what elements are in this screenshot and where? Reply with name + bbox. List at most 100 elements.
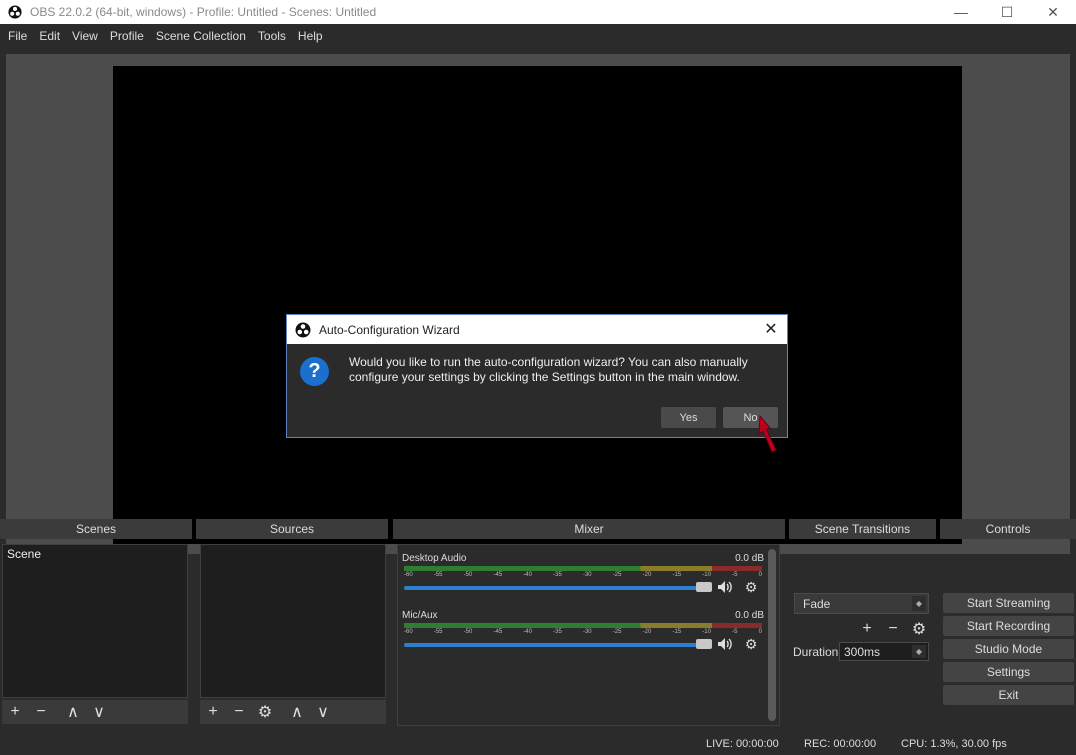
channel-gear-icon[interactable]: ⚙ bbox=[742, 636, 760, 652]
transitions-dock-title: Scene Transitions bbox=[789, 519, 936, 539]
mixer-channel-desktop-audio: Desktop Audio 0.0 dB -60 -55 -50 -45 -40 -35 -… bbox=[402, 553, 764, 603]
yes-button[interactable]: Yes bbox=[661, 407, 716, 428]
tick-label: -10 bbox=[702, 629, 711, 635]
meter-ticks: -60 -55 -50 -45 -40 -35 -30 -25 -20 -15 -10 -5 0 bbox=[404, 629, 762, 639]
add-scene-plus-icon[interactable]: + bbox=[2, 700, 28, 724]
dialog-message-line-1: Would you like to run the auto-configura… bbox=[349, 355, 748, 369]
tick-label: -15 bbox=[672, 629, 682, 635]
meter-ticks: -60 -55 -50 -45 -40 -35 -30 -25 -20 -15 -10 -5 0 bbox=[404, 572, 762, 582]
sources-list[interactable] bbox=[200, 544, 386, 698]
dialog-close-icon[interactable]: ✕ bbox=[761, 319, 781, 339]
menu-profile[interactable]: Profile bbox=[104, 24, 150, 48]
move-source-up-icon[interactable]: ∧ bbox=[284, 700, 310, 724]
source-properties-gear-icon[interactable]: ⚙ bbox=[252, 700, 278, 724]
duration-label: Duration bbox=[793, 645, 839, 659]
tick-label: -35 bbox=[553, 572, 562, 578]
channel-db: 0.0 dB bbox=[735, 553, 764, 564]
menu-view[interactable]: View bbox=[66, 24, 104, 48]
remove-scene-minus-icon[interactable]: − bbox=[28, 700, 54, 724]
spin-arrows-icon[interactable]: ◆ bbox=[912, 645, 926, 658]
move-scene-up-icon[interactable]: ∧ bbox=[60, 700, 86, 724]
add-source-plus-icon[interactable]: + bbox=[200, 700, 226, 724]
tick-label: -45 bbox=[493, 572, 503, 578]
volume-slider-handle[interactable] bbox=[696, 639, 712, 649]
scenes-dock-title: Scenes bbox=[0, 519, 192, 539]
obs-logo-icon bbox=[295, 322, 311, 337]
tick-label: -10 bbox=[702, 572, 711, 578]
tick-label: -25 bbox=[612, 629, 622, 635]
tick-label: -30 bbox=[582, 572, 592, 578]
tick-label: -45 bbox=[493, 629, 503, 635]
menu-edit[interactable]: Edit bbox=[33, 24, 66, 48]
channel-gear-icon[interactable]: ⚙ bbox=[742, 579, 760, 595]
dialog-message: Would you like to run the auto-configura… bbox=[349, 355, 769, 385]
scenes-list[interactable]: Scene bbox=[2, 544, 188, 698]
studio-mode-button[interactable]: Studio Mode bbox=[943, 639, 1074, 659]
volume-slider-handle[interactable] bbox=[696, 582, 712, 592]
mouse-cursor-icon bbox=[758, 414, 777, 453]
exit-button[interactable]: Exit bbox=[943, 685, 1074, 705]
obs-logo-icon bbox=[8, 5, 22, 19]
scenes-toolbar: + − ∧ ∨ bbox=[2, 700, 188, 724]
maximize-button[interactable]: ☐ bbox=[984, 0, 1030, 24]
tick-label: -60 bbox=[404, 629, 413, 635]
volume-slider-track[interactable] bbox=[404, 643, 710, 647]
dialog-message-line-2: configure your settings by clicking the … bbox=[349, 370, 740, 384]
transition-select[interactable]: Fade ◆ bbox=[794, 593, 929, 614]
title-bar: OBS 22.0.2 (64-bit, windows) - Profile: … bbox=[0, 0, 1076, 24]
preview-canvas[interactable] bbox=[113, 66, 962, 544]
tick-label: -20 bbox=[642, 572, 652, 578]
close-button[interactable]: ✕ bbox=[1030, 0, 1076, 24]
channel-db: 0.0 dB bbox=[735, 610, 764, 621]
question-icon: ? bbox=[300, 357, 329, 386]
mixer-scrollbar[interactable] bbox=[768, 549, 776, 721]
updown-arrows-icon: ◆ bbox=[912, 596, 926, 611]
status-rec: REC: 00:00:00 bbox=[804, 738, 877, 750]
duration-value: 300ms bbox=[844, 644, 881, 659]
status-live: LIVE: 00:00:00 bbox=[706, 738, 779, 750]
transition-gear-icon[interactable]: ⚙ bbox=[906, 617, 932, 641]
window-title: OBS 22.0.2 (64-bit, windows) - Profile: … bbox=[30, 5, 377, 19]
tick-label: -30 bbox=[582, 629, 592, 635]
menu-scene-collection[interactable]: Scene Collection bbox=[150, 24, 252, 48]
volume-slider-track[interactable] bbox=[404, 586, 710, 590]
channel-name: Mic/Aux bbox=[402, 610, 438, 621]
move-scene-down-icon[interactable]: ∨ bbox=[86, 700, 112, 724]
dialog-title: Auto-Configuration Wizard bbox=[319, 322, 460, 337]
mixer-channel-mic-aux: Mic/Aux 0.0 dB -60 -55 -50 -45 -40 -35 -30 -25 -… bbox=[402, 610, 764, 660]
volume-meter bbox=[404, 623, 762, 628]
add-transition-plus-icon[interactable]: + bbox=[854, 617, 880, 641]
remove-source-minus-icon[interactable]: − bbox=[226, 700, 252, 724]
tick-label: -40 bbox=[523, 572, 532, 578]
tick-label: -55 bbox=[433, 572, 443, 578]
speaker-icon[interactable] bbox=[716, 636, 734, 652]
tick-label: -55 bbox=[433, 629, 443, 635]
duration-spinbox[interactable]: 300ms ◆ bbox=[839, 642, 929, 661]
tick-label: -50 bbox=[463, 629, 473, 635]
menu-file[interactable]: File bbox=[2, 24, 33, 48]
list-item[interactable]: Scene bbox=[3, 545, 187, 563]
start-recording-button[interactable]: Start Recording bbox=[943, 616, 1074, 636]
preview-area bbox=[6, 54, 1070, 554]
tick-label: -35 bbox=[553, 629, 562, 635]
speaker-icon[interactable] bbox=[716, 579, 734, 595]
start-streaming-button[interactable]: Start Streaming bbox=[943, 593, 1074, 613]
tick-label: -25 bbox=[612, 572, 622, 578]
minimize-button[interactable]: — bbox=[938, 0, 984, 24]
tick-label: -50 bbox=[463, 572, 473, 578]
sources-toolbar: + − ⚙ ∧ ∨ bbox=[200, 700, 386, 724]
move-source-down-icon[interactable]: ∨ bbox=[310, 700, 336, 724]
menu-bar: File Edit View Profile Scene Collection … bbox=[0, 24, 1076, 48]
menu-tools[interactable]: Tools bbox=[252, 24, 292, 48]
sources-dock-title: Sources bbox=[196, 519, 388, 539]
auto-config-dialog: Auto-Configuration Wizard ✕ ? Would you … bbox=[286, 314, 788, 438]
mixer-dock-title: Mixer bbox=[393, 519, 785, 539]
dialog-title-bar: Auto-Configuration Wizard ✕ bbox=[287, 315, 787, 344]
settings-button[interactable]: Settings bbox=[943, 662, 1074, 682]
transition-selected: Fade bbox=[803, 596, 831, 611]
mixer-panel: Desktop Audio 0.0 dB -60 -55 -50 -45 -40 -35 -… bbox=[397, 544, 780, 726]
tick-label: -60 bbox=[404, 572, 413, 578]
status-cpu: CPU: 1.3%, 30.00 fps bbox=[901, 738, 1007, 750]
menu-help[interactable]: Help bbox=[292, 24, 329, 48]
remove-transition-minus-icon[interactable]: − bbox=[880, 617, 906, 641]
